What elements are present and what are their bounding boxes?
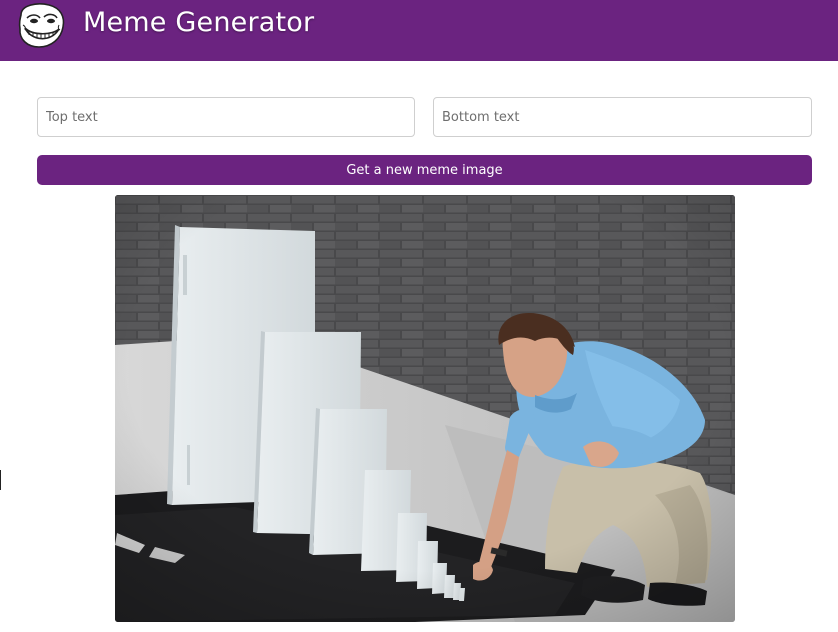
get-new-meme-image-button[interactable]: Get a new meme image	[37, 155, 812, 185]
meme-image	[115, 195, 735, 622]
app-header: Meme Generator	[0, 0, 838, 61]
trollface-logo-icon	[15, 1, 67, 49]
bottom-text-input[interactable]	[433, 97, 812, 137]
edge-mark	[0, 470, 1, 490]
top-text-input[interactable]	[37, 97, 415, 137]
app-title: Meme Generator	[83, 7, 315, 38]
